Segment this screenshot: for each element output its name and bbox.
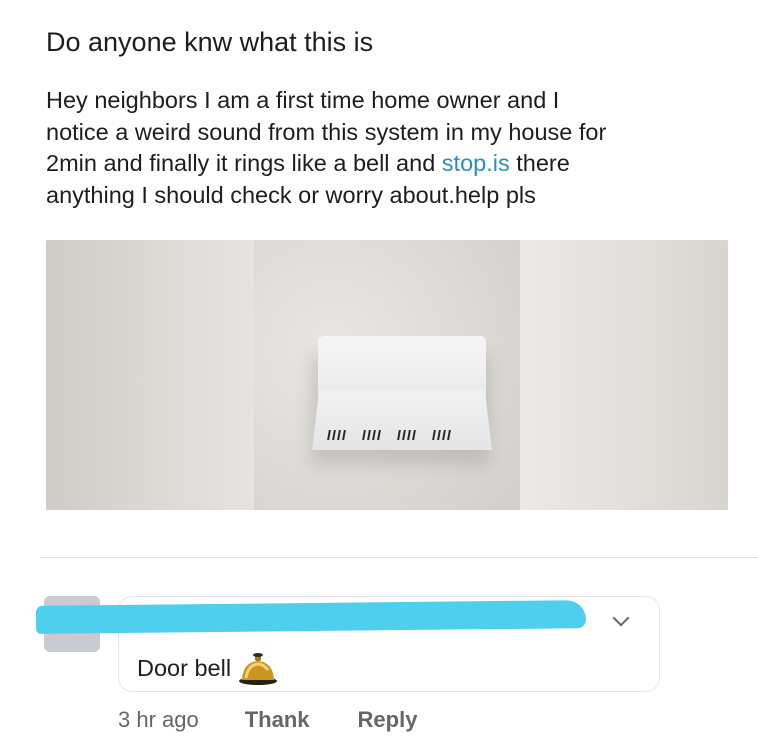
post-title: Do anyone knw what this is — [46, 27, 374, 57]
post-link[interactable]: stop.is — [442, 150, 510, 176]
post-body-line: notice a weird sound from this system in… — [46, 118, 607, 145]
comment-timestamp: 3 hr ago — [118, 707, 199, 732]
comment-body: Door bell — [137, 655, 232, 681]
section-divider — [40, 557, 758, 558]
photo-blur-right — [520, 240, 728, 510]
comment-actions: 3 hr ago Thank Reply — [118, 705, 417, 735]
redacted-commenter-name — [35, 600, 587, 634]
post-photo[interactable] — [46, 240, 728, 510]
post-body-line: anything I should check or worry about.h… — [46, 181, 536, 208]
post-body: Hey neighbors I am a first time home own… — [46, 85, 736, 211]
thank-button[interactable]: Thank — [245, 705, 310, 735]
reply-button[interactable]: Reply — [358, 705, 418, 735]
doorbell-chime-vents — [327, 430, 488, 444]
post-body-line: Hey neighbors I am a first time home own… — [46, 87, 560, 113]
photo-blur-left — [46, 240, 254, 510]
doorbell-chime-top — [318, 336, 486, 398]
post-body-text: 2min and finally it rings like a bell an… — [46, 150, 442, 176]
bell-icon — [237, 652, 279, 686]
post-body-text: there — [509, 150, 570, 176]
post-body-line: 2min and finally it rings like a bell an… — [46, 148, 736, 180]
comment-text: Door bell — [137, 651, 279, 685]
